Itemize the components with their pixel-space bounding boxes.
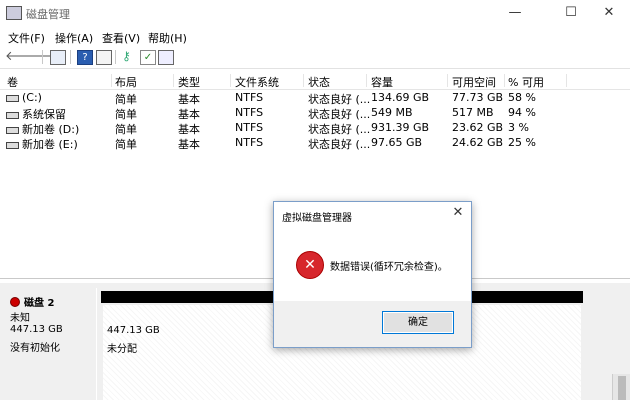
col-layout[interactable]: 布局 (112, 74, 174, 89)
key-icon[interactable]: ⚷ (122, 50, 136, 63)
dialog-message: 数据错误(循环冗余检查)。 (330, 262, 448, 273)
menu-view[interactable]: 查看(V) (102, 30, 140, 46)
view-icon[interactable] (158, 50, 174, 65)
title-bar: 磁盘管理 — ☐ ✕ (0, 0, 630, 26)
col-filesystem[interactable]: 文件系统 (232, 74, 304, 89)
volume-capacity: 97.65 GB (371, 136, 423, 149)
dialog-footer: 确定 (274, 301, 471, 347)
volume-fs: NTFS (235, 91, 264, 104)
toolbar-divider (70, 50, 71, 64)
toolbar-divider (42, 50, 43, 64)
volume-type: 基本 (178, 138, 200, 151)
volume-free: 77.73 GB (452, 91, 504, 104)
disk-size: 447.13 GB (10, 324, 63, 335)
menu-bar: 文件(F) 操作(A) 查看(V) 帮助(H) (0, 28, 630, 46)
disk-state: 未知 (10, 313, 30, 324)
volume-list-header: 卷 布局 类型 文件系统 状态 容量 可用空间 % 可用 (0, 72, 630, 90)
volume-fs: NTFS (235, 121, 264, 134)
volume-pct: 25 % (508, 136, 536, 149)
disk-error-icon (10, 297, 20, 307)
volume-free: 23.62 GB (452, 121, 504, 134)
volume-status: 状态良好 (... (308, 138, 371, 151)
drive-icon (6, 111, 19, 119)
disk-name: 磁盘 2 (24, 298, 55, 309)
col-status[interactable]: 状态 (305, 74, 367, 89)
drive-icon (6, 94, 19, 102)
col-percent-free[interactable]: % 可用 (505, 74, 567, 89)
volume-layout: 简单 (115, 138, 137, 151)
menu-help[interactable]: 帮助(H) (148, 30, 187, 46)
volume-capacity: 931.39 GB (371, 121, 430, 134)
window-title: 磁盘管理 (26, 8, 70, 21)
ok-button[interactable]: 确定 (382, 311, 454, 334)
col-type[interactable]: 类型 (175, 74, 231, 89)
partition-state: 未分配 (107, 344, 137, 355)
dialog-title: 虚拟磁盘管理器 (282, 213, 352, 224)
col-volume[interactable]: 卷 (4, 74, 112, 89)
volume-name: 新加卷 (E:) (22, 138, 78, 151)
dialog-close-button[interactable]: ✕ (449, 205, 467, 221)
disk-init-status: 没有初始化 (10, 343, 60, 354)
partition-size: 447.13 GB (107, 325, 160, 336)
col-capacity[interactable]: 容量 (368, 74, 448, 89)
help-icon[interactable]: ? (77, 50, 93, 65)
toolbar: 🡐 🡒 ? ⚷ ✓ (0, 46, 630, 69)
volume-capacity: 134.69 GB (371, 91, 430, 104)
menu-action[interactable]: 操作(A) (55, 30, 93, 46)
error-icon: ✕ (296, 251, 324, 279)
drive-icon (6, 141, 19, 149)
back-icon[interactable]: 🡐 (5, 50, 40, 63)
close-button[interactable]: ✕ (586, 0, 630, 26)
properties-icon[interactable] (96, 50, 112, 65)
volume-row[interactable]: (C:) 简单 基本 NTFS 状态良好 (... 134.69 GB 77.7… (0, 90, 630, 106)
toolbar-divider (115, 50, 116, 64)
volume-pct: 3 % (508, 121, 529, 134)
disk-management-icon (6, 6, 22, 20)
check-icon[interactable]: ✓ (140, 50, 156, 65)
disk-info[interactable]: 磁盘 2 未知 447.13 GB 没有初始化 (6, 288, 97, 400)
scrollbar-thumb[interactable] (618, 376, 626, 400)
vertical-scrollbar[interactable] (612, 374, 630, 400)
volume-row[interactable]: 新加卷 (E:) 简单 基本 NTFS 状态良好 (... 97.65 GB 2… (0, 135, 630, 151)
error-dialog: 虚拟磁盘管理器 ✕ ✕ 数据错误(循环冗余检查)。 确定 (273, 201, 472, 348)
volume-fs: NTFS (235, 136, 264, 149)
volume-pct: 94 % (508, 106, 536, 119)
volume-capacity: 549 MB (371, 106, 413, 119)
volume-free: 517 MB (452, 106, 494, 119)
console-tree-icon[interactable] (50, 50, 66, 65)
volume-row[interactable]: 新加卷 (D:) 简单 基本 NTFS 状态良好 (... 931.39 GB … (0, 120, 630, 136)
volume-row[interactable]: 系统保留 简单 基本 NTFS 状态良好 (... 549 MB 517 MB … (0, 105, 630, 121)
minimize-button[interactable]: — (492, 0, 538, 26)
volume-name: (C:) (22, 91, 42, 104)
volume-fs: NTFS (235, 106, 264, 119)
drive-icon (6, 126, 19, 134)
volume-pct: 58 % (508, 91, 536, 104)
volume-free: 24.62 GB (452, 136, 504, 149)
col-free-space[interactable]: 可用空间 (449, 74, 505, 89)
menu-file[interactable]: 文件(F) (8, 30, 45, 46)
forward-icon[interactable]: 🡒 (23, 50, 58, 63)
